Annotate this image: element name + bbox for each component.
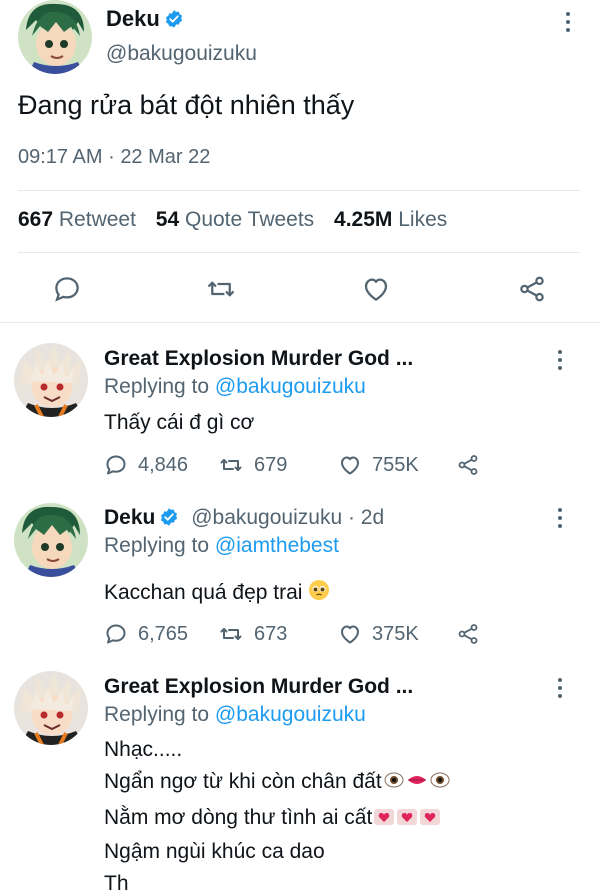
reply2-handle-time[interactable]: @bakugouizuku · 2d bbox=[191, 506, 384, 529]
reply3-line-3: Nằm mơ dòng thư tình ai cất bbox=[104, 806, 441, 830]
mention-link[interactable]: @iamthebest bbox=[215, 534, 339, 557]
eyes-lips-emoji-icon bbox=[384, 772, 450, 788]
reply1-share-icon[interactable] bbox=[456, 453, 480, 482]
reply3-line-4: Ngậm ngùi khúc ca dao bbox=[104, 840, 325, 863]
like-count: 755K bbox=[372, 453, 419, 476]
deku-avatar[interactable] bbox=[18, 0, 92, 74]
reply1-replying-to: Replying to @bakugouizuku bbox=[104, 375, 366, 398]
reply3-line-2: Ngẩn ngơ từ khi còn chân đất bbox=[104, 770, 450, 794]
reply-count: 4,846 bbox=[138, 453, 189, 476]
deku-avatar[interactable] bbox=[14, 503, 88, 577]
like-icon bbox=[341, 625, 359, 644]
more-options-icon[interactable] bbox=[558, 508, 562, 528]
main-tweet-timestamp: 09:17 AM · 22 Mar 22 bbox=[18, 146, 210, 169]
reply2-share-icon[interactable] bbox=[456, 622, 480, 651]
more-options-icon[interactable] bbox=[558, 350, 562, 370]
verified-badge-icon bbox=[165, 10, 182, 28]
reply3-display-name[interactable]: Great Explosion Murder God ... bbox=[104, 675, 413, 699]
retweet-count: 679 bbox=[254, 453, 288, 476]
reply2-reply-button[interactable]: 6,765 bbox=[104, 622, 188, 646]
retweet-icon bbox=[220, 628, 242, 640]
main-display-name[interactable]: Deku bbox=[106, 6, 184, 32]
divider bbox=[18, 252, 580, 253]
likes-stat[interactable]: 4.25M Likes bbox=[334, 208, 447, 231]
retweet-icon[interactable] bbox=[205, 274, 237, 309]
tweet-time: 09:17 AM bbox=[18, 146, 103, 168]
reply1-reply-button[interactable]: 4,846 bbox=[104, 453, 188, 477]
reply-count: 6,765 bbox=[138, 622, 189, 645]
mention-link[interactable]: @bakugouizuku bbox=[215, 375, 366, 398]
reply1-like-button[interactable]: 755K bbox=[338, 453, 419, 477]
divider bbox=[18, 190, 580, 191]
reply3-line-1: Nhạc..... bbox=[104, 738, 183, 761]
reply2-replying-to: Replying to @iamthebest bbox=[104, 534, 339, 557]
reply3-line-5: Th bbox=[104, 872, 129, 895]
main-tweet-text: Đang rửa bát đột nhiên thấy bbox=[18, 90, 355, 120]
reply2-display-name[interactable]: Deku bbox=[104, 506, 155, 529]
time-separator: · bbox=[108, 146, 115, 168]
reply3-replying-to: Replying to @bakugouizuku bbox=[104, 703, 366, 726]
hearts-emoji-icon bbox=[374, 809, 441, 825]
reply-icon bbox=[106, 455, 126, 475]
retweet-count: 673 bbox=[254, 622, 288, 645]
more-options-icon[interactable] bbox=[566, 12, 570, 32]
reply2-text: Kacchan quá đẹp trai bbox=[104, 579, 330, 605]
mention-link[interactable]: @bakugouizuku bbox=[215, 703, 366, 726]
share-icon[interactable] bbox=[517, 274, 547, 309]
reply2-retweet-button[interactable]: 673 bbox=[218, 622, 287, 646]
divider bbox=[0, 322, 600, 323]
pleading-face-emoji-icon bbox=[309, 580, 330, 600]
reply1-text: Thấy cái đ gì cơ bbox=[104, 411, 255, 434]
main-handle[interactable]: @bakugouizuku bbox=[106, 42, 257, 66]
more-options-icon[interactable] bbox=[558, 678, 562, 698]
tweet-stats: 667 Retweet 54 Quote Tweets 4.25M Likes bbox=[18, 208, 447, 232]
retweets-stat[interactable]: 667 Retweet bbox=[18, 208, 136, 231]
reply1-retweet-button[interactable]: 679 bbox=[218, 453, 287, 477]
reply1-display-name[interactable]: Great Explosion Murder God ... bbox=[104, 347, 413, 371]
quote-tweets-stat[interactable]: 54 Quote Tweets bbox=[156, 208, 314, 231]
like-icon[interactable] bbox=[361, 274, 391, 309]
tweet-date: 22 Mar 22 bbox=[120, 146, 211, 168]
reply-icon[interactable] bbox=[52, 274, 82, 309]
like-count: 375K bbox=[372, 622, 419, 645]
reply-icon bbox=[106, 624, 126, 644]
reply2-header: Deku @bakugouizuku · 2d bbox=[104, 506, 384, 530]
bakugo-avatar[interactable] bbox=[14, 671, 88, 745]
reply2-like-button[interactable]: 375K bbox=[338, 622, 419, 646]
verified-badge-icon bbox=[161, 508, 178, 526]
retweet-icon bbox=[220, 459, 242, 471]
like-icon bbox=[341, 456, 359, 475]
bakugo-avatar[interactable] bbox=[14, 343, 88, 417]
